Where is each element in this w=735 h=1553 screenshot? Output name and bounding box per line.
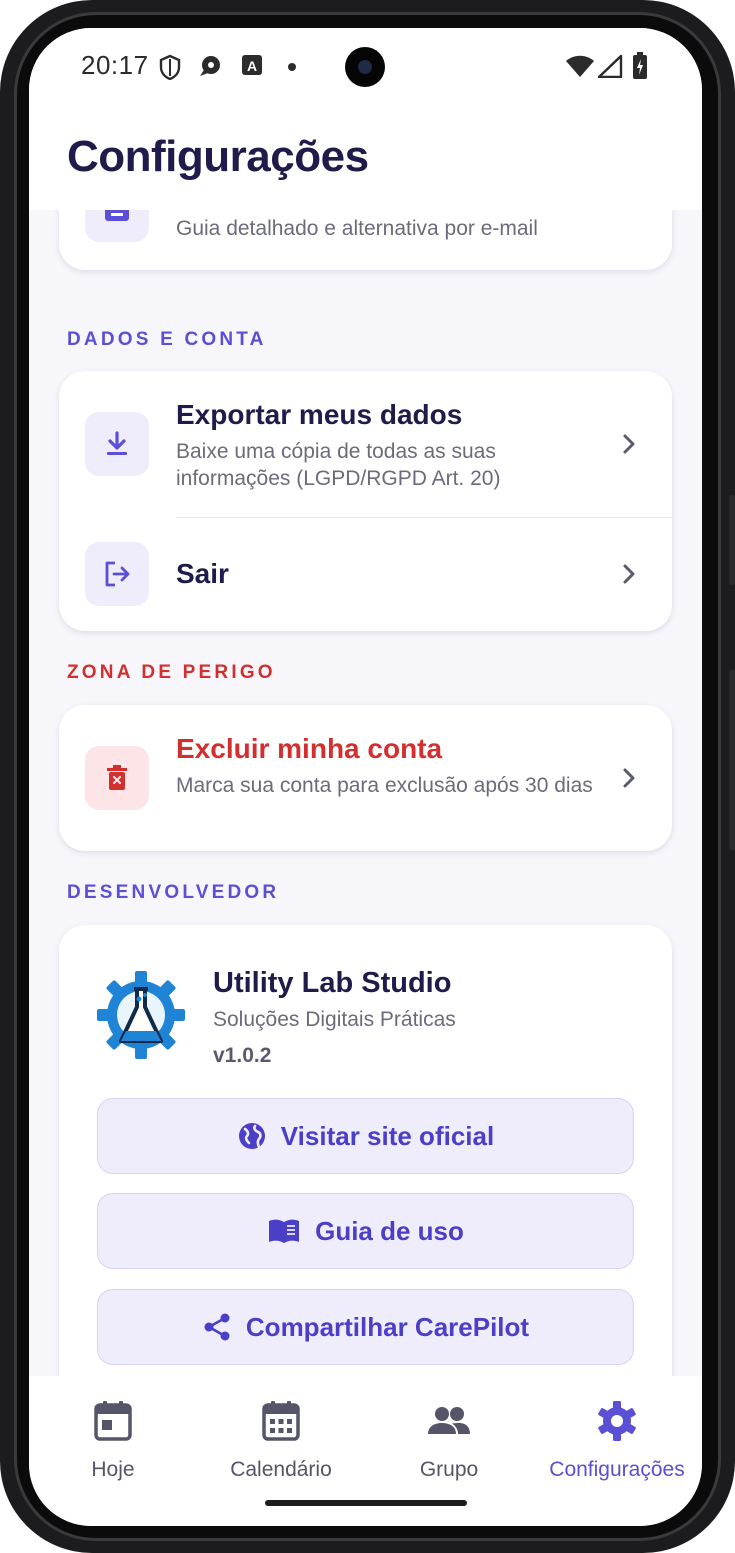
visit-website-label: Visitar site oficial: [280, 1120, 495, 1151]
delete-account-row[interactable]: Excluir minha conta Marca sua conta para…: [59, 705, 672, 851]
group-icon: [428, 1407, 470, 1434]
share-app-label: Compartilhar CarePilot: [245, 1311, 530, 1342]
app-header: Configurações: [29, 108, 702, 210]
nav-label-group: Grupo: [419, 1458, 479, 1481]
calendar-icon: [262, 1401, 300, 1441]
export-data-subtitle: Baixe uma cópia de todas as suas informa…: [176, 440, 501, 490]
nav-item-settings[interactable]: Configurações: [533, 1400, 701, 1482]
home-indicator[interactable]: [265, 1500, 467, 1506]
status-bar: 20:17 A: [29, 28, 702, 108]
power-button: [729, 670, 735, 850]
mail-icon: [105, 210, 129, 221]
danger-zone-card: Excluir minha conta Marca sua conta para…: [59, 705, 672, 851]
book-icon: [269, 1219, 300, 1243]
lab-gear-logo-icon: [97, 971, 185, 1059]
section-label-data-account: DADOS E CONTA: [67, 329, 267, 350]
gear-icon: [598, 1401, 636, 1441]
help-icon-box: [85, 210, 149, 242]
logout-title: Sair: [176, 558, 229, 589]
app-version: v1.0.2: [213, 1044, 272, 1067]
page-title: Configurações: [67, 132, 369, 181]
developer-card: Utility Lab Studio Soluções Digitais Prá…: [59, 925, 672, 1376]
share-icon: [204, 1313, 230, 1341]
bottom-navigation: Hoje Calendário Grupo Configurações: [29, 1376, 702, 1526]
status-time: 20:17: [81, 50, 149, 80]
screen: 20:17 A Configurações Guia detalhado e a…: [29, 28, 702, 1526]
battery-icon: [633, 52, 647, 79]
nav-label-today: Hoje: [91, 1458, 135, 1481]
chevron-right-icon: [623, 564, 635, 584]
visit-website-button[interactable]: Visitar site oficial: [97, 1098, 634, 1174]
volume-button: [729, 495, 735, 585]
user-guide-button[interactable]: Guia de uso: [97, 1193, 634, 1269]
logout-icon-box: [85, 542, 149, 606]
phone-frame: 20:17 A Configurações Guia detalhado e a…: [0, 0, 735, 1553]
chevron-right-icon: [623, 768, 635, 788]
download-icon: [107, 431, 127, 455]
nav-item-today[interactable]: Hoje: [29, 1400, 197, 1482]
globe-icon: [238, 1123, 265, 1149]
nav-label-settings: Configurações: [549, 1458, 685, 1481]
settings-scroll-content[interactable]: Guia detalhado e alternativa por e-mail …: [29, 210, 702, 1376]
export-data-title: Exportar meus dados: [176, 399, 463, 430]
chevron-right-icon: [623, 434, 635, 454]
shield-icon: [159, 54, 181, 80]
section-label-danger-zone: ZONA DE PERIGO: [67, 662, 276, 683]
logout-icon: [105, 561, 130, 587]
delete-account-title: Excluir minha conta: [176, 733, 443, 764]
user-guide-label: Guia de uso: [315, 1215, 464, 1246]
signal-icon: [597, 54, 623, 78]
data-account-card: Exportar meus dados Baixe uma cópia de t…: [59, 371, 672, 631]
export-data-row[interactable]: Exportar meus dados Baixe uma cópia de t…: [59, 371, 672, 516]
help-card-subtitle: Guia detalhado e alternativa por e-mail: [176, 217, 538, 240]
developer-tagline: Soluções Digitais Práticas: [213, 1008, 456, 1031]
nav-item-group[interactable]: Grupo: [365, 1400, 533, 1482]
calendar-day-icon: [94, 1401, 132, 1441]
help-card[interactable]: Guia detalhado e alternativa por e-mail: [59, 210, 672, 270]
svg-text:A: A: [247, 58, 257, 74]
delete-account-subtitle: Marca sua conta para exclusão após 30 di…: [176, 774, 593, 797]
nav-item-calendar[interactable]: Calendário: [197, 1400, 365, 1482]
delete-icon-box: [85, 746, 149, 810]
font-icon: A: [242, 55, 262, 75]
chat-bubble-icon: [200, 56, 220, 76]
section-label-developer: DESENVOLVEDOR: [67, 882, 280, 903]
developer-name: Utility Lab Studio: [213, 967, 452, 999]
wifi-icon: [566, 55, 594, 77]
logout-row[interactable]: Sair: [59, 518, 672, 631]
share-app-button[interactable]: Compartilhar CarePilot: [97, 1289, 634, 1365]
export-icon-box: [85, 412, 149, 476]
front-camera: [345, 47, 385, 87]
trash-icon: [107, 765, 127, 790]
nav-label-calendar: Calendário: [230, 1458, 332, 1481]
dot-icon: [288, 63, 296, 71]
